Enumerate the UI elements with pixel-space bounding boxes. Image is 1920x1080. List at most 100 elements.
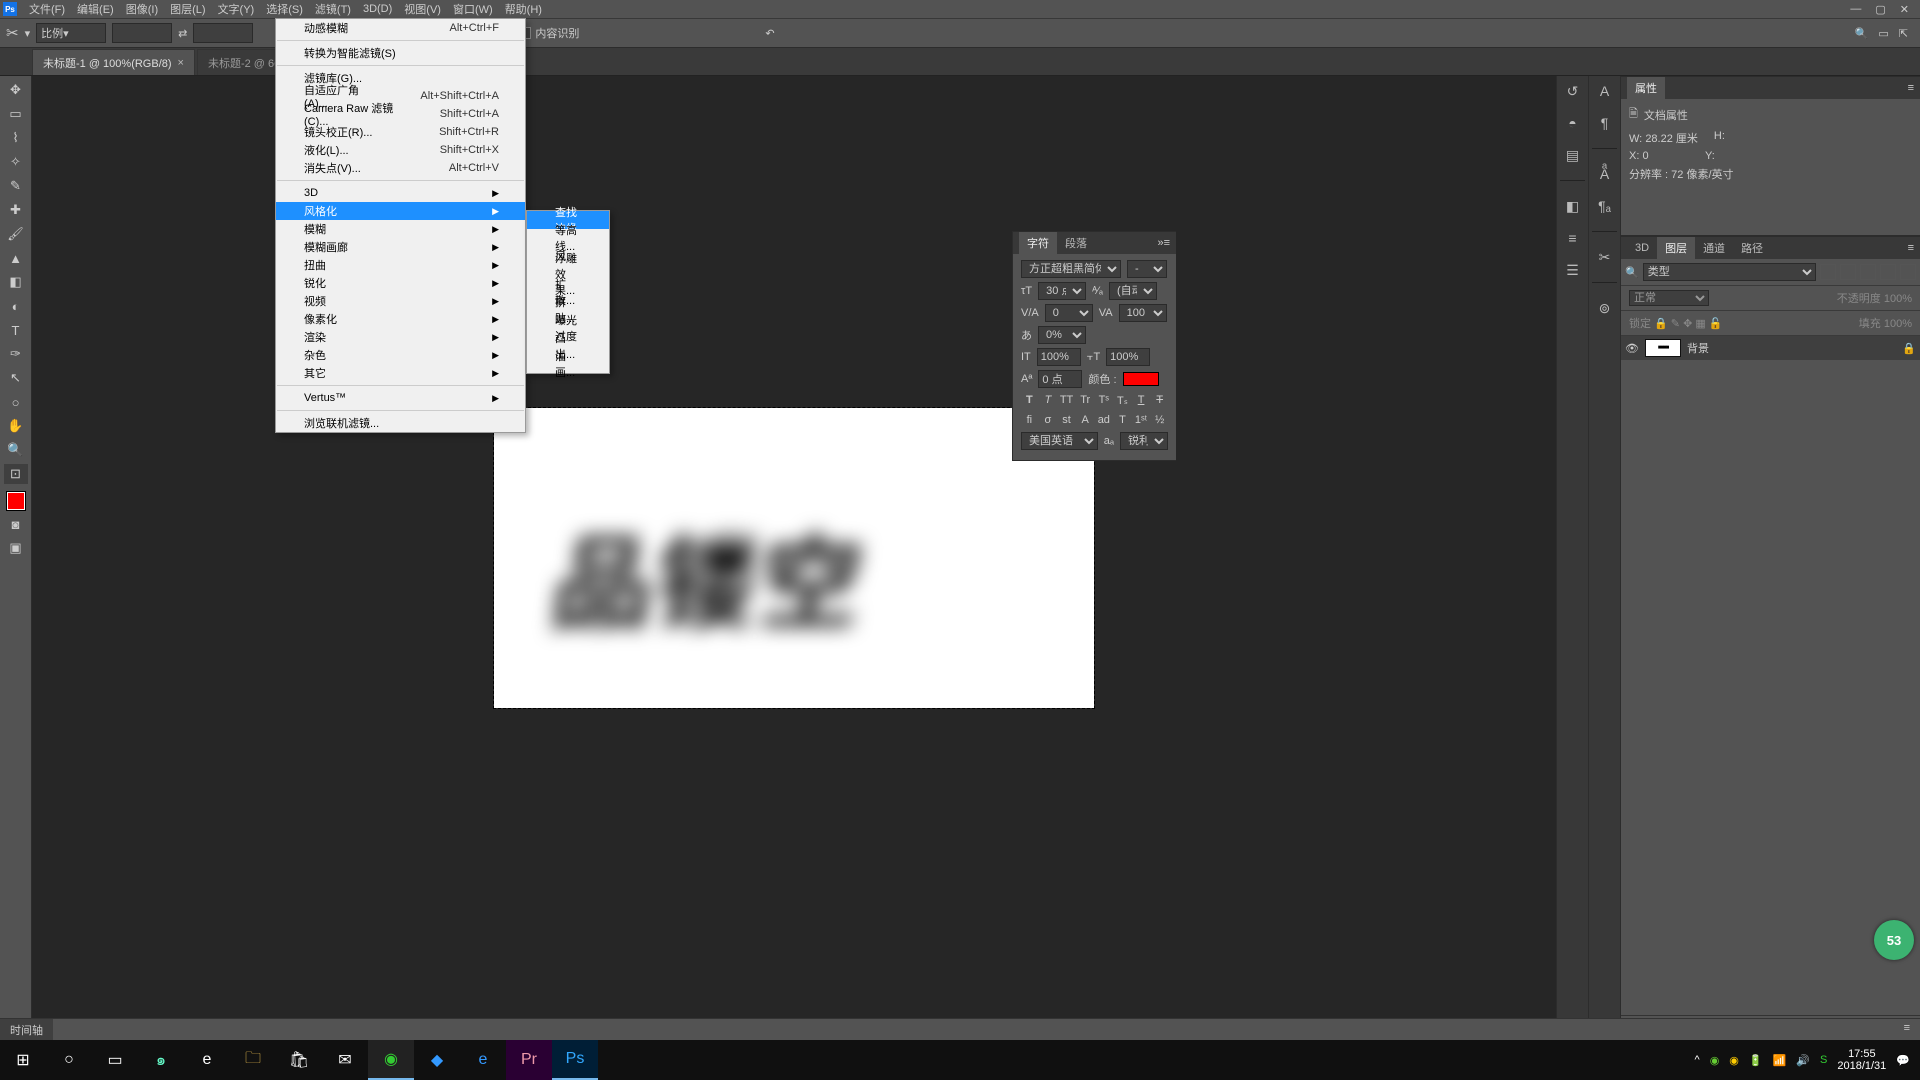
styles-icon[interactable]: ≡ <box>1563 229 1583 247</box>
browser1-icon[interactable]: ๑ <box>138 1040 184 1080</box>
menu-filter[interactable]: 滤镜(T) <box>309 0 357 19</box>
filter-smart-icon[interactable] <box>1900 264 1916 280</box>
app-blue-icon[interactable]: ◆ <box>414 1040 460 1080</box>
foreground-color-swatch[interactable] <box>7 492 25 510</box>
filter-camera-raw[interactable]: Camera Raw 滤镜(C)...Shift+Ctrl+A <box>276 105 525 123</box>
canvas[interactable]: 品镂空 <box>494 408 1094 708</box>
filter-type-icon[interactable] <box>1860 264 1876 280</box>
glyph-icon[interactable]: Aͣ <box>1595 165 1615 183</box>
baseline-shift-input[interactable] <box>1038 370 1082 388</box>
filter-convert-smart[interactable]: 转换为智能滤镜(S) <box>276 44 525 62</box>
share-icon[interactable]: ⇱ <box>1899 27 1908 40</box>
stylize-oil-paint[interactable]: 油画... <box>527 355 609 373</box>
pen-tool-icon[interactable]: ✑ <box>4 344 28 364</box>
battery-icon[interactable]: 🔋 <box>1749 1054 1763 1067</box>
tray-up-icon[interactable]: ^ <box>1695 1054 1700 1066</box>
filter-lens-correction[interactable]: 镜头校正(R)...Shift+Ctrl+R <box>276 123 525 141</box>
move-tool-icon[interactable]: ✥ <box>4 80 28 100</box>
reset-icon[interactable]: ↶ <box>765 27 774 40</box>
opentype-buttons[interactable]: fiσstAadT1ˢᵗ½ <box>1021 412 1168 428</box>
filter-noise[interactable]: 杂色▶ <box>276 346 525 364</box>
filter-shape-icon[interactable] <box>1880 264 1896 280</box>
history-icon[interactable]: ↺ <box>1563 82 1583 100</box>
font-size-select[interactable]: 30 点 <box>1038 282 1086 300</box>
panel-menu-icon[interactable]: ≡ <box>1164 237 1170 249</box>
paragraph-icon[interactable]: ¶ <box>1595 114 1615 132</box>
marquee-tool-icon[interactable]: ▭ <box>4 104 28 124</box>
menu-select[interactable]: 选择(S) <box>260 0 309 19</box>
premiere-icon[interactable]: Pr <box>506 1040 552 1080</box>
filter-last[interactable]: 动感模糊Alt+Ctrl+F <box>276 19 525 37</box>
filter-vanishing-point[interactable]: 消失点(V)...Alt+Ctrl+V <box>276 159 525 177</box>
wifi-icon[interactable]: 📶 <box>1773 1054 1787 1067</box>
layer-row-background[interactable]: 👁 ■■■■ 背景 🔒 <box>1621 336 1920 360</box>
panel-menu-icon[interactable]: ≡ <box>1908 242 1914 254</box>
panel-menu-icon[interactable]: ≡ <box>1908 82 1914 94</box>
lock-icon[interactable]: 🔒 <box>1902 342 1916 355</box>
leading-select[interactable]: (自动) <box>1109 282 1157 300</box>
filter-distort[interactable]: 扭曲▶ <box>276 256 525 274</box>
photoshop-icon[interactable]: Ps <box>552 1040 598 1080</box>
menu-layer[interactable]: 图层(L) <box>164 0 211 19</box>
filter-blur[interactable]: 模糊▶ <box>276 220 525 238</box>
hand-tool-icon[interactable]: ✋ <box>4 416 28 436</box>
vscale-input[interactable] <box>1037 348 1081 366</box>
paths-tab[interactable]: 路径 <box>1733 237 1771 259</box>
filter-vertus[interactable]: Vertus™▶ <box>276 389 525 407</box>
kerning-select[interactable]: 0 <box>1045 304 1093 322</box>
gradient-tool-icon[interactable]: ◐ <box>4 296 28 316</box>
edge-legacy-icon[interactable]: e <box>184 1040 230 1080</box>
font-family-select[interactable]: 方正超粗黑简体 <box>1021 260 1121 278</box>
taskview-icon[interactable]: ▭ <box>92 1040 138 1080</box>
clock[interactable]: 17:552018/1/31 <box>1837 1048 1886 1072</box>
close-icon[interactable]: ✕ <box>1900 3 1909 16</box>
tsume-select[interactable]: 0% <box>1038 326 1086 344</box>
menu-type[interactable]: 文字(Y) <box>212 0 261 19</box>
tab-close-icon[interactable]: × <box>178 57 184 69</box>
maximize-icon[interactable]: ▢ <box>1875 3 1885 16</box>
modify-icon[interactable]: ✂ <box>1595 248 1615 266</box>
tray-app2-icon[interactable]: ◉ <box>1729 1054 1739 1067</box>
filter-stylize[interactable]: 风格化▶ <box>276 202 525 220</box>
paragraph-style-icon[interactable]: ¶ₐ <box>1595 197 1615 215</box>
filter-3d[interactable]: 3D▶ <box>276 184 525 202</box>
tray-app1-icon[interactable]: ◉ <box>1710 1054 1720 1067</box>
ratio-dropdown[interactable]: 比例 ▾ <box>36 23 106 43</box>
filter-pixelate[interactable]: 像素化▶ <box>276 310 525 328</box>
layer-name[interactable]: 背景 <box>1687 340 1709 356</box>
eraser-tool-icon[interactable]: ◧ <box>4 272 28 292</box>
start-icon[interactable]: ⊞ <box>0 1040 46 1080</box>
volume-icon[interactable]: 🔊 <box>1796 1054 1810 1067</box>
menu-image[interactable]: 图像(I) <box>120 0 164 19</box>
path-select-tool-icon[interactable]: ↖ <box>4 368 28 388</box>
tracking-select[interactable]: 100 <box>1119 304 1167 322</box>
text-color-swatch[interactable] <box>1123 372 1159 386</box>
type-style-buttons[interactable]: TTTTTrTˢTₛTT <box>1021 392 1168 408</box>
eyedropper-tool-icon[interactable]: ✎ <box>4 176 28 196</box>
stamp-tool-icon[interactable]: ▲ <box>4 248 28 268</box>
channels-tab[interactable]: 通道 <box>1695 237 1733 259</box>
explorer-icon[interactable]: 🗀 <box>230 1040 276 1080</box>
adjustments-icon[interactable]: ◧ <box>1563 197 1583 215</box>
layer-filter-select[interactable]: 类型 <box>1643 263 1816 281</box>
menu-edit[interactable]: 编辑(E) <box>71 0 120 19</box>
filter-sharpen[interactable]: 锐化▶ <box>276 274 525 292</box>
paragraph-tab[interactable]: 段落 <box>1057 232 1095 254</box>
menu-window[interactable]: 窗口(W) <box>447 0 499 19</box>
filter-video[interactable]: 视频▶ <box>276 292 525 310</box>
wand-tool-icon[interactable]: ✧ <box>4 152 28 172</box>
assistant-badge[interactable]: 53 <box>1874 920 1914 960</box>
antialias-select[interactable]: 锐利 <box>1120 432 1168 450</box>
screenmode-icon[interactable]: ▣ <box>4 538 28 558</box>
search-icon[interactable]: 🔍 <box>1855 27 1869 40</box>
lasso-tool-icon[interactable]: ⌇ <box>4 128 28 148</box>
timeline-tab[interactable]: 时间轴 <box>0 1019 53 1041</box>
layer-thumbnail[interactable]: ■■■■ <box>1645 339 1681 357</box>
canvas-area[interactable]: 品镂空 100% 文档 :937.5K/937.5K › <box>32 76 1556 1040</box>
filter-adjust-icon[interactable] <box>1840 264 1856 280</box>
filter-render[interactable]: 渲染▶ <box>276 328 525 346</box>
character-icon[interactable]: A <box>1595 82 1615 100</box>
crop-tool-icon[interactable]: ⊡ <box>4 464 28 484</box>
ellipse-tool-icon[interactable]: ○ <box>4 392 28 412</box>
menu-3d[interactable]: 3D(D) <box>357 1 398 17</box>
